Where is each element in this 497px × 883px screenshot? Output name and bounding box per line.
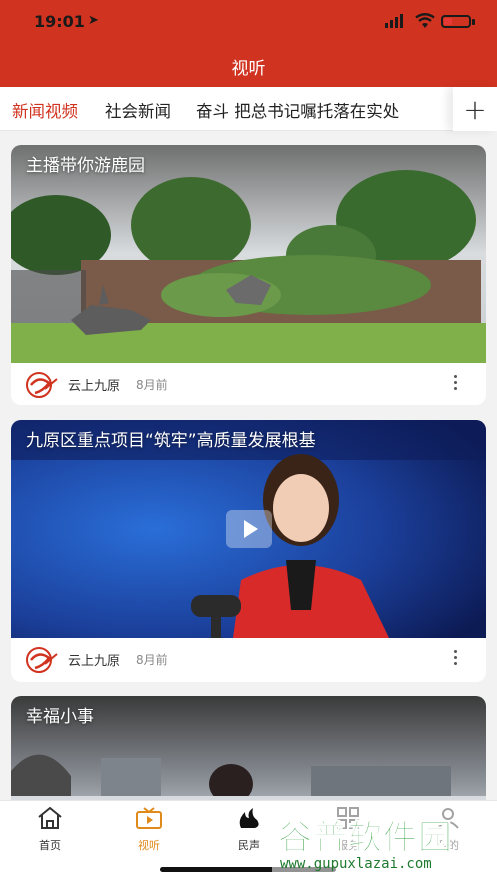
more-options-icon[interactable] — [454, 375, 458, 393]
tab-struggle[interactable]: 奋斗 把总书记嘱托落在实处 — [196, 98, 399, 122]
video-time: 8月前 — [136, 378, 168, 392]
video-source: 云上九原 — [68, 654, 121, 669]
watermark: 谷普软件园 www.gupuxlazai.com — [272, 806, 494, 878]
video-time: 8月前 — [136, 653, 168, 667]
add-tab-button[interactable]: + — [453, 87, 497, 131]
video-thumbnail[interactable]: 九原区重点项目“筑牢”高质量发展根基 — [11, 420, 486, 638]
wifi-icon — [415, 13, 435, 28]
video-thumbnail[interactable]: 幸福小事 — [11, 696, 486, 816]
video-card[interactable]: 主播带你游鹿园 云上九原 8月前 — [11, 145, 486, 405]
signal-icon — [385, 14, 403, 28]
cloud-jiuyuan-logo-icon — [26, 372, 58, 398]
nav-home[interactable]: 首页 — [20, 806, 80, 853]
battery-cap — [472, 19, 475, 25]
battery-icon — [441, 15, 471, 28]
video-card[interactable]: 九原区重点项目“筑牢”高质量发展根基 云上九原 8月前 — [11, 420, 486, 682]
nav-media[interactable]: 视听 — [119, 806, 179, 853]
play-icon[interactable] — [225, 510, 272, 548]
video-meta: 云上九原 8月前 — [11, 638, 486, 680]
nav-voice-label: 民声 — [238, 839, 260, 852]
app-header: 19:01 ➤ 视听 — [0, 0, 497, 87]
video-title: 幸福小事 — [26, 707, 94, 727]
status-time: 19:01 — [34, 12, 85, 31]
video-title: 主播带你游鹿园 — [26, 156, 145, 176]
video-thumbnail[interactable]: 主播带你游鹿园 — [11, 145, 486, 363]
video-source: 云上九原 — [68, 379, 121, 394]
tv-icon — [136, 807, 162, 829]
page-title: 视听 — [231, 59, 266, 79]
tab-news-video[interactable]: 新闻视频 — [12, 98, 78, 122]
location-arrow-icon: ➤ — [88, 13, 99, 28]
category-tabs: 新闻视频 社会新闻 奋斗 把总书记嘱托落在实处 + — [0, 87, 497, 131]
more-options-icon[interactable] — [454, 650, 458, 668]
park-scene-image — [11, 145, 486, 363]
video-card[interactable]: 幸福小事 — [11, 696, 486, 816]
watermark-url: www.gupuxlazai.com — [280, 856, 432, 872]
nav-home-label: 首页 — [39, 839, 61, 852]
flame-icon — [239, 808, 259, 828]
home-icon — [38, 806, 62, 829]
status-bar: 19:01 ➤ — [0, 10, 497, 34]
tab-social-news[interactable]: 社会新闻 — [105, 98, 171, 122]
nav-media-label: 视听 — [138, 839, 160, 852]
video-title: 九原区重点项目“筑牢”高质量发展根基 — [26, 431, 316, 451]
watermark-text: 谷普软件园 — [278, 818, 453, 859]
cloud-jiuyuan-logo-icon — [26, 647, 58, 673]
nav-voice[interactable]: 民声 — [219, 806, 279, 853]
video-meta: 云上九原 8月前 — [11, 363, 486, 405]
